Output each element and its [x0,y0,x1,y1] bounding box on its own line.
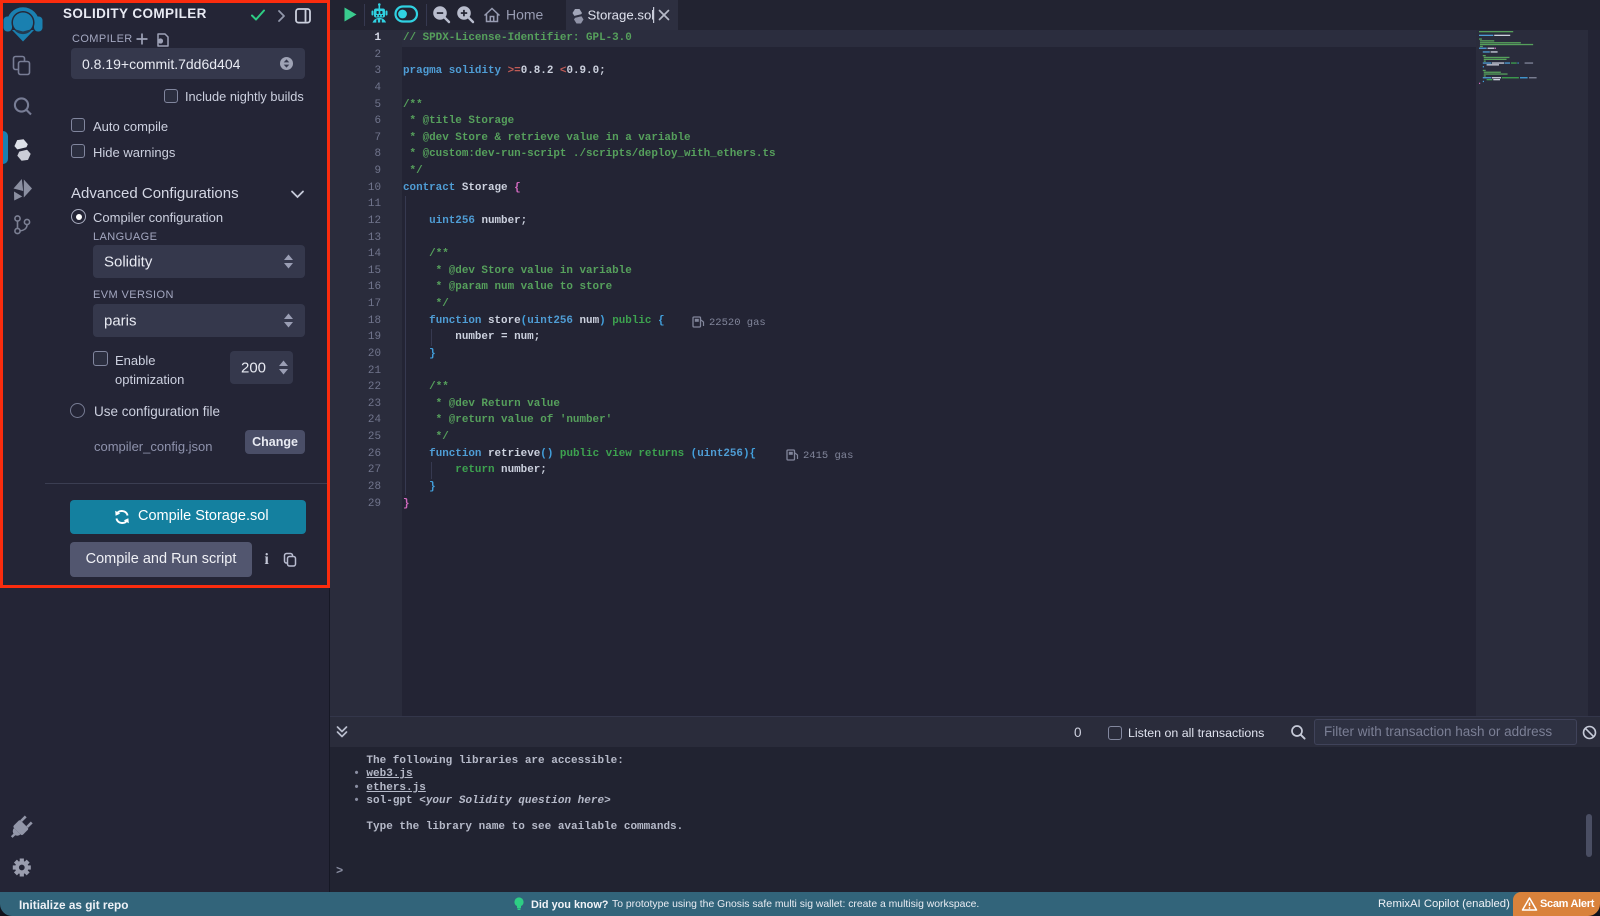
svg-text:Storage.sol: Storage.sol [588,8,655,23]
svg-text:Home: Home [506,7,544,23]
